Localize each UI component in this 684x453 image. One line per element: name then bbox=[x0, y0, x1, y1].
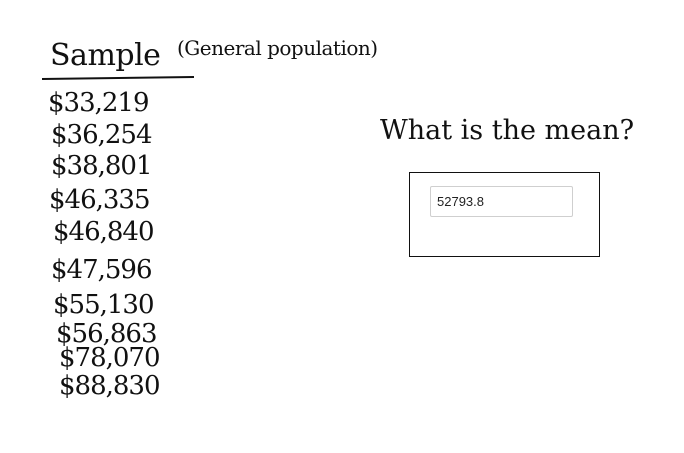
sample-value: $88,830 bbox=[59, 371, 161, 401]
sample-value: $55,130 bbox=[53, 290, 155, 320]
heading-underline bbox=[41, 75, 195, 81]
answer-box bbox=[409, 172, 600, 257]
sample-value: $33,219 bbox=[48, 88, 150, 118]
answer-input[interactable] bbox=[430, 186, 573, 217]
sample-value: $47,596 bbox=[51, 255, 153, 285]
sample-value: $46,335 bbox=[49, 185, 151, 215]
question-text: What is the mean? bbox=[380, 115, 635, 146]
sample-value: $38,801 bbox=[51, 151, 153, 181]
sample-heading: Sample bbox=[50, 38, 161, 73]
sample-value: $36,254 bbox=[51, 120, 153, 150]
sample-value: $46,840 bbox=[53, 217, 155, 247]
sample-value: $78,070 bbox=[59, 343, 161, 373]
sample-subheading: (General population) bbox=[177, 36, 378, 60]
